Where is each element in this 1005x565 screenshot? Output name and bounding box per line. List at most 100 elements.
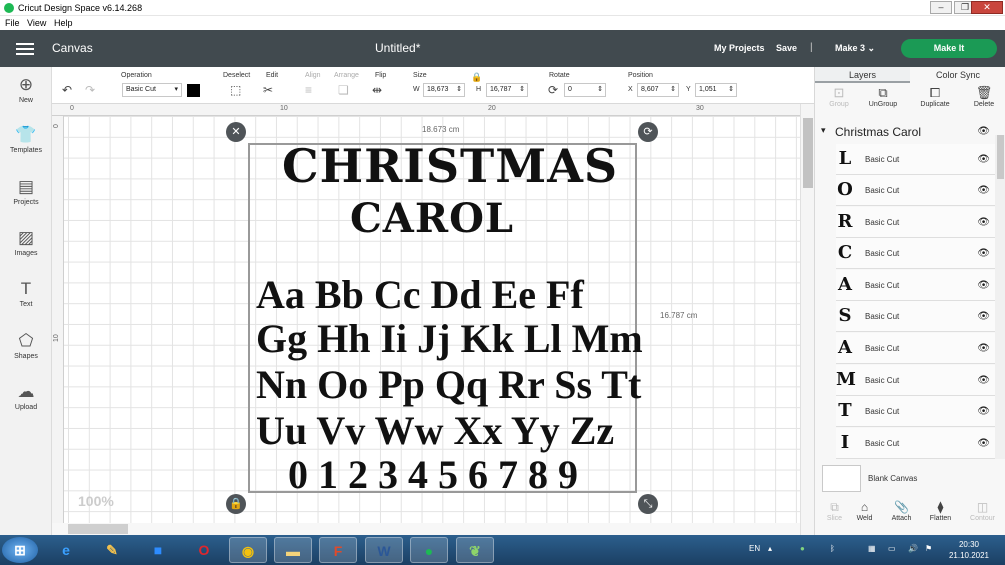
layer-row[interactable]: A Basic Cut 👁: [836, 270, 995, 301]
sidebar-item-new[interactable]: ⊕ New: [0, 75, 52, 104]
canvas-vertical-scrollbar[interactable]: [800, 104, 814, 535]
collapse-arrow-icon[interactable]: ▾: [821, 125, 826, 136]
undo-icon[interactable]: ↶: [62, 83, 72, 97]
scrollbar-thumb[interactable]: [803, 118, 813, 188]
ungroup-button[interactable]: ⧉ UnGroup: [859, 85, 907, 108]
width-input[interactable]: 18,673 ⇕: [423, 83, 465, 97]
eye-icon[interactable]: 👁: [977, 217, 990, 228]
contour-button[interactable]: ◫ Contour: [963, 500, 1002, 522]
eye-icon[interactable]: 👁: [977, 406, 990, 417]
lock-handle-icon[interactable]: 🔒: [226, 494, 246, 514]
start-button-icon[interactable]: ⊞: [2, 537, 38, 563]
deselect-icon[interactable]: ⬚: [230, 83, 241, 97]
layer-group-row[interactable]: ▾ Christmas Carol 👁: [815, 124, 995, 140]
battery-icon[interactable]: ▭: [888, 544, 896, 553]
layer-thumbnail: T: [838, 400, 852, 421]
layer-row[interactable]: O Basic Cut 👁: [836, 175, 995, 206]
zoom-level[interactable]: 100%: [78, 493, 114, 509]
bluetooth-icon[interactable]: ᛒ: [830, 544, 835, 553]
layer-row[interactable]: S Basic Cut 👁: [836, 301, 995, 332]
internet-explorer-icon[interactable]: e: [47, 537, 85, 563]
weld-button[interactable]: ⌂ Weld: [845, 500, 884, 522]
foxit-reader-icon[interactable]: F: [319, 537, 357, 563]
network-icon[interactable]: ▦: [868, 544, 876, 553]
scrollbar-thumb[interactable]: [68, 524, 128, 534]
flag-icon[interactable]: ⚑: [925, 544, 932, 553]
layer-row[interactable]: A Basic Cut 👁: [836, 333, 995, 364]
make-it-button[interactable]: Make It: [901, 39, 997, 58]
close-window-button[interactable]: ✕: [971, 1, 1003, 14]
cricut-taskbar-icon[interactable]: ●: [410, 537, 448, 563]
sidebar-item-shapes[interactable]: ⬠ Shapes: [0, 331, 52, 360]
arrange-icon[interactable]: ❏: [338, 83, 349, 97]
sidebar-item-templates[interactable]: 👕 Templates: [0, 125, 52, 154]
paint-icon[interactable]: ✎: [93, 537, 131, 563]
save-link[interactable]: Save: [776, 43, 797, 53]
sidebar-item-projects[interactable]: ▤ Projects: [0, 177, 52, 206]
layer-row[interactable]: R Basic Cut 👁: [836, 207, 995, 238]
hamburger-menu-icon[interactable]: [16, 43, 34, 55]
shirt-icon: 👕: [15, 125, 37, 144]
y-input[interactable]: 1,051 ⇕: [695, 83, 737, 97]
tray-expand-icon[interactable]: ▴: [768, 544, 772, 553]
zoom-app-icon[interactable]: ■: [139, 537, 177, 563]
height-input[interactable]: 16,787 ⇕: [486, 83, 528, 97]
opera-icon[interactable]: O: [185, 537, 223, 563]
eye-icon[interactable]: 👁: [977, 185, 990, 196]
scrollbar-thumb[interactable]: [997, 135, 1004, 179]
rotate-input[interactable]: 0 ⇕: [564, 83, 606, 97]
layers-scrollbar[interactable]: [995, 135, 1005, 459]
sidebar-item-upload[interactable]: ☁ Upload: [0, 382, 52, 411]
eye-icon[interactable]: 👁: [977, 311, 990, 322]
attach-button[interactable]: 📎 Attach: [882, 500, 921, 522]
lock-icon[interactable]: 🔒: [471, 70, 482, 84]
cricut-access-icon[interactable]: ❦: [456, 537, 494, 563]
word-icon[interactable]: W: [365, 537, 403, 563]
rotate-handle-icon[interactable]: ⟳: [638, 122, 658, 142]
blank-canvas-thumbnail[interactable]: [822, 465, 861, 492]
delete-handle-icon[interactable]: ✕: [226, 122, 246, 142]
layer-label: Basic Cut: [865, 312, 900, 321]
my-projects-link[interactable]: My Projects: [714, 43, 765, 53]
operation-color-swatch[interactable]: [187, 84, 200, 97]
language-indicator[interactable]: EN: [749, 544, 760, 553]
scissors-icon[interactable]: ✂: [263, 83, 273, 97]
chevron-down-icon: ▾: [174, 86, 178, 93]
layer-row[interactable]: M Basic Cut 👁: [836, 365, 995, 396]
layer-row[interactable]: L Basic Cut 👁: [836, 144, 995, 175]
eye-icon[interactable]: 👁: [977, 280, 990, 291]
group-button[interactable]: ⊡ Group: [815, 85, 863, 108]
delete-button[interactable]: 🗑 Delete: [960, 85, 1005, 108]
volume-icon[interactable]: 🔊: [908, 544, 918, 553]
eye-icon[interactable]: 👁: [977, 126, 990, 137]
tab-color-sync[interactable]: Color Sync: [910, 67, 1005, 83]
redo-icon[interactable]: ↷: [85, 83, 95, 97]
canvas-horizontal-scrollbar[interactable]: [52, 523, 800, 535]
layer-row[interactable]: T Basic Cut 👁: [836, 396, 995, 427]
menu-file[interactable]: File: [5, 18, 20, 28]
eye-icon[interactable]: 👁: [977, 248, 990, 259]
chrome-icon[interactable]: ◉: [229, 537, 267, 563]
x-input[interactable]: 8,607 ⇕: [637, 83, 679, 97]
minimize-button[interactable]: –: [930, 1, 952, 14]
tray-app-icon[interactable]: ●: [800, 544, 805, 553]
eye-icon[interactable]: 👁: [977, 154, 990, 165]
align-icon[interactable]: ≡: [305, 83, 312, 97]
layer-row[interactable]: I Basic Cut 👁: [836, 428, 995, 459]
layer-row[interactable]: C Basic Cut 👁: [836, 238, 995, 269]
machine-selector[interactable]: Make 3 ⌄: [835, 43, 875, 54]
sidebar-item-text[interactable]: T Text: [0, 279, 52, 308]
eye-icon[interactable]: 👁: [977, 375, 990, 386]
menu-view[interactable]: View: [27, 18, 46, 28]
operation-select[interactable]: Basic Cut ▾: [122, 83, 182, 97]
eye-icon[interactable]: 👁: [977, 438, 990, 449]
flatten-button[interactable]: ⧫ Flatten: [921, 500, 960, 522]
menu-help[interactable]: Help: [54, 18, 73, 28]
flip-icon[interactable]: ⇹: [372, 83, 382, 97]
sidebar-item-images[interactable]: ▨ Images: [0, 228, 52, 257]
duplicate-button[interactable]: ⧠ Duplicate: [911, 85, 959, 108]
taskbar-clock[interactable]: 20:30 21.10.2021: [944, 539, 994, 561]
tab-layers[interactable]: Layers: [815, 67, 910, 83]
eye-icon[interactable]: 👁: [977, 343, 990, 354]
file-explorer-icon[interactable]: ▬: [274, 537, 312, 563]
